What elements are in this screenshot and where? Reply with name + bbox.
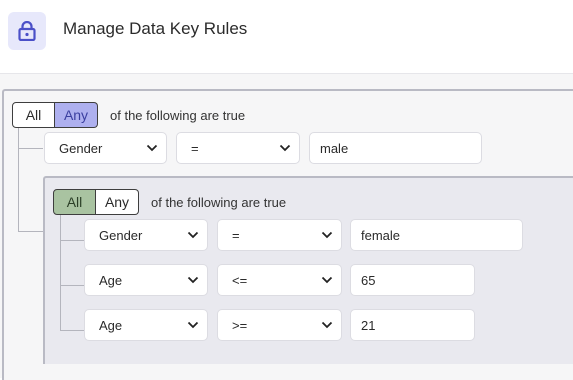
inner-any-button[interactable]: Any [96,189,139,215]
inner-tree-branch [60,330,85,331]
inner-rule-operator-select[interactable]: <= [217,264,342,296]
outer-group-caption: of the following are true [110,108,246,123]
inner-group-caption: of the following are true [151,195,287,210]
select-value: <= [232,272,248,288]
outer-rule-field-select[interactable]: Gender [44,132,167,164]
input-value: female [361,227,401,243]
select-value: = [191,140,199,156]
outer-rule-value-input[interactable]: male [309,132,482,164]
inner-rule-operator-select[interactable]: >= [217,309,342,341]
page-header: Manage Data Key Rules [0,0,573,74]
inner-all-button[interactable]: All [53,189,96,215]
inner-rule-field-select[interactable]: Age [84,264,208,296]
input-value: male [320,140,349,156]
inner-rule-value-input[interactable]: 21 [350,309,475,341]
outer-rule-operator-select[interactable]: = [176,132,300,164]
chevron-down-icon [187,276,199,284]
select-value: Age [99,272,123,288]
chevron-down-icon [321,231,333,239]
outer-tree-branch [18,148,43,149]
outer-any-button[interactable]: Any [55,102,98,128]
chevron-down-icon [279,144,291,152]
select-value: Age [99,317,123,333]
inner-rule-field-select[interactable]: Gender [84,219,208,251]
outer-tree-branch [18,231,43,232]
inner-rule-operator-select[interactable]: = [217,219,342,251]
select-value: >= [232,317,248,333]
chevron-down-icon [321,276,333,284]
input-value: 65 [361,272,376,288]
inner-rule-value-input[interactable]: female [350,219,523,251]
chevron-down-icon [146,144,158,152]
outer-all-button[interactable]: All [12,102,55,128]
input-value: 21 [361,317,376,333]
outer-tree-line [18,128,19,232]
inner-rule-value-input[interactable]: 65 [350,264,475,296]
select-value: = [232,227,240,243]
chevron-down-icon [321,321,333,329]
inner-rule-field-select[interactable]: Age [84,309,208,341]
chevron-down-icon [187,321,199,329]
page-title: Manage Data Key Rules [63,19,248,38]
select-value: Gender [59,140,103,156]
inner-tree-branch [60,240,85,241]
inner-tree-branch [60,285,85,286]
outer-match-toggle: All Any [12,102,98,128]
chevron-down-icon [187,231,199,239]
select-value: Gender [99,227,143,243]
lock-icon [18,21,36,41]
inner-match-toggle: All Any [53,189,139,215]
inner-tree-line [60,215,61,331]
lock-icon-tile [8,12,46,50]
